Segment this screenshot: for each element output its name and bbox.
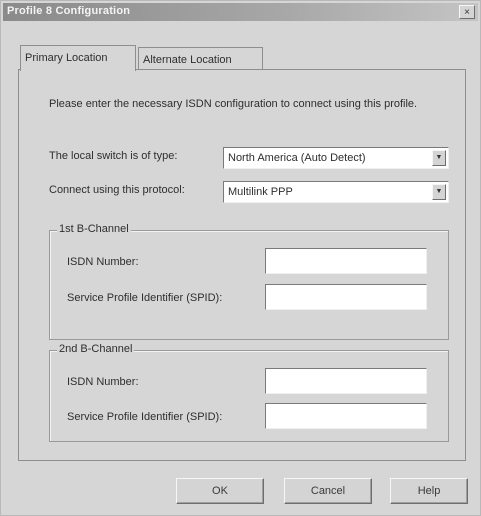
isdn-number-input-1[interactable] — [265, 248, 427, 274]
tab-alternate-location[interactable]: Alternate Location — [138, 47, 263, 71]
tab-panel-primary-location: Please enter the necessary ISDN configur… — [18, 69, 466, 461]
instructions-text: Please enter the necessary ISDN configur… — [49, 98, 418, 110]
window-title: Profile 8 Configuration — [7, 5, 131, 17]
switch-type-select[interactable]: North America (Auto Detect) ▼ — [223, 147, 449, 169]
protocol-label: Connect using this protocol: — [49, 184, 185, 196]
isdn-number-input-2[interactable] — [265, 368, 427, 394]
isdn-number-label: ISDN Number: — [67, 376, 139, 388]
spid-input-1[interactable] — [265, 284, 427, 310]
spid-label: Service Profile Identifier (SPID): — [67, 292, 223, 304]
tab-label: Alternate Location — [143, 54, 232, 66]
close-button[interactable]: × — [459, 5, 475, 19]
isdn-number-label: ISDN Number: — [67, 256, 139, 268]
switch-type-value: North America (Auto Detect) — [228, 152, 366, 164]
cancel-button[interactable]: Cancel — [284, 478, 372, 504]
ok-button[interactable]: OK — [176, 478, 264, 504]
title-bar[interactable]: Profile 8 Configuration × — [3, 3, 478, 21]
profile-config-dialog: Profile 8 Configuration × Primary Locati… — [0, 0, 481, 516]
protocol-select[interactable]: Multilink PPP ▼ — [223, 181, 449, 203]
help-button[interactable]: Help — [390, 478, 468, 504]
spid-input-2[interactable] — [265, 403, 427, 429]
tab-primary-location[interactable]: Primary Location — [20, 45, 136, 71]
second-b-channel-title: 2nd B-Channel — [57, 343, 135, 355]
close-icon: × — [464, 6, 470, 18]
protocol-value: Multilink PPP — [228, 186, 293, 198]
switch-type-label: The local switch is of type: — [49, 150, 178, 162]
chevron-down-icon[interactable]: ▼ — [432, 184, 446, 200]
spid-label: Service Profile Identifier (SPID): — [67, 411, 223, 423]
tab-label: Primary Location — [25, 52, 108, 64]
chevron-down-icon[interactable]: ▼ — [432, 150, 446, 166]
first-b-channel-title: 1st B-Channel — [57, 223, 131, 235]
